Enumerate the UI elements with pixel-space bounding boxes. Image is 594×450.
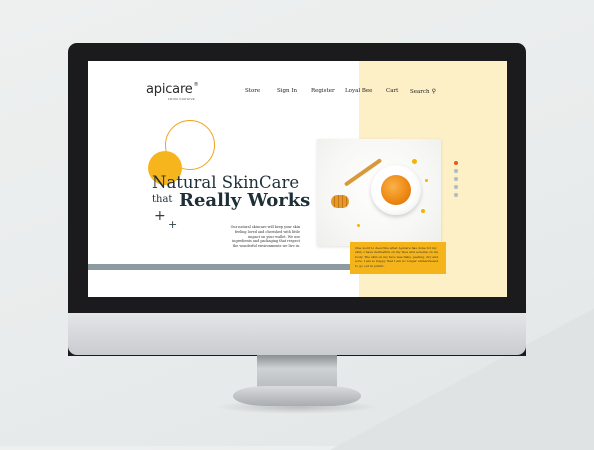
honey-bowl — [371, 165, 421, 215]
headline-line-2: Really Works — [179, 190, 311, 211]
carousel-dot-3[interactable] — [454, 177, 458, 181]
plus-decor-icon: + — [154, 208, 166, 224]
nav-store[interactable]: Store — [245, 88, 260, 94]
nav-register[interactable]: Register — [311, 88, 335, 94]
monitor-stand-neck — [257, 355, 337, 389]
nav-search[interactable]: Search ⚲ — [410, 88, 436, 95]
hero-description: Our natural skincare will keep your skin… — [230, 225, 300, 249]
nav-sign-in[interactable]: Sign In — [277, 88, 297, 94]
nav-loyal-bee[interactable]: Loyal Bee — [345, 88, 372, 94]
carousel-dot-4[interactable] — [454, 185, 458, 189]
carousel-dot-1[interactable] — [454, 161, 458, 165]
monitor-stand-base — [233, 386, 361, 406]
honey-drop — [357, 224, 360, 227]
hero-divider-bar — [88, 264, 357, 270]
headline-that: that — [152, 194, 173, 205]
website-screen: apicare® FROM OURHIVE Store Sign In Regi… — [88, 61, 507, 297]
testimonial-text: One word to describe what Apicare has do… — [355, 246, 439, 268]
honey-drop — [425, 179, 428, 182]
main-nav: Store Sign In Register Loyal Bee Cart Se… — [88, 88, 507, 98]
monitor-chin — [68, 313, 526, 355]
testimonial-box: One word to describe what Apicare has do… — [350, 242, 446, 274]
plus-decor-icon-small: + — [168, 218, 178, 231]
honey-drop — [412, 159, 417, 164]
nav-cart[interactable]: Cart — [386, 88, 398, 94]
search-icon: ⚲ — [431, 88, 436, 95]
honey-bowl-image — [317, 139, 441, 246]
carousel-dot-2[interactable] — [454, 169, 458, 173]
honey — [381, 175, 411, 205]
honey-drop — [421, 209, 425, 213]
nav-search-label: Search — [410, 89, 430, 95]
honey-dipper-head — [331, 195, 349, 208]
carousel-indicators — [454, 161, 460, 201]
carousel-dot-5[interactable] — [454, 193, 458, 197]
